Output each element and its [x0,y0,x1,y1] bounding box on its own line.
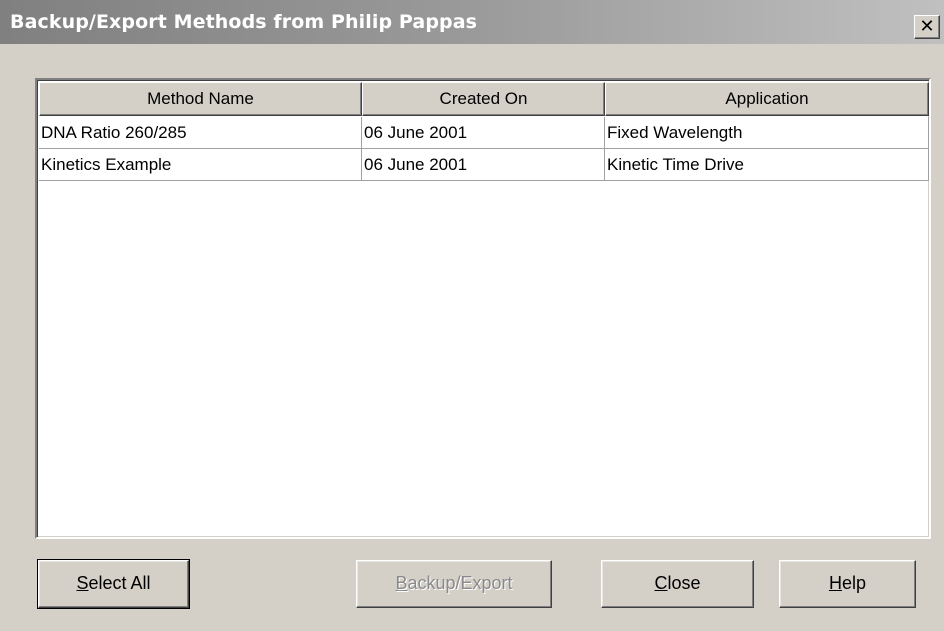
select-all-label: elect All [88,573,151,593]
backup-export-button[interactable]: Backup/Export [356,560,552,608]
select-all-mnemonic: S [76,573,89,593]
created-on-cell: 06 June 2001 [362,149,605,180]
column-header-created-on[interactable]: Created On [362,82,605,116]
close-mnemonic: C [654,573,668,593]
backup-export-label: ackup/Export [407,573,513,593]
method-name-cell: Kinetics Example [39,149,362,180]
help-button[interactable]: Help [779,560,916,608]
window-title: Backup/Export Methods from Philip Pappas [10,11,478,33]
help-label: elp [841,573,867,593]
help-mnemonic: H [828,573,842,593]
close-button[interactable]: Close [601,560,754,608]
column-header-application[interactable]: Application [605,82,929,116]
method-name-cell: DNA Ratio 260/285 [39,117,362,148]
close-icon[interactable]: ✕ [914,15,940,39]
created-on-cell: 06 June 2001 [362,117,605,148]
close-label: lose [667,573,701,593]
list-rows: DNA Ratio 260/285 06 June 2001 Fixed Wav… [39,117,929,181]
title-bar: Backup/Export Methods from Philip Pappas… [0,0,944,44]
table-row[interactable]: DNA Ratio 260/285 06 June 2001 Fixed Wav… [39,117,929,149]
backup-export-mnemonic: B [395,573,408,593]
column-header-method-name[interactable]: Method Name [39,82,362,116]
methods-list[interactable]: Method Name Created On Application DNA R… [35,78,931,539]
application-cell: Kinetic Time Drive [605,149,929,180]
select-all-button[interactable]: Select All [37,559,190,609]
application-cell: Fixed Wavelength [605,117,929,148]
list-header: Method Name Created On Application [39,82,929,116]
table-row[interactable]: Kinetics Example 06 June 2001 Kinetic Ti… [39,149,929,181]
